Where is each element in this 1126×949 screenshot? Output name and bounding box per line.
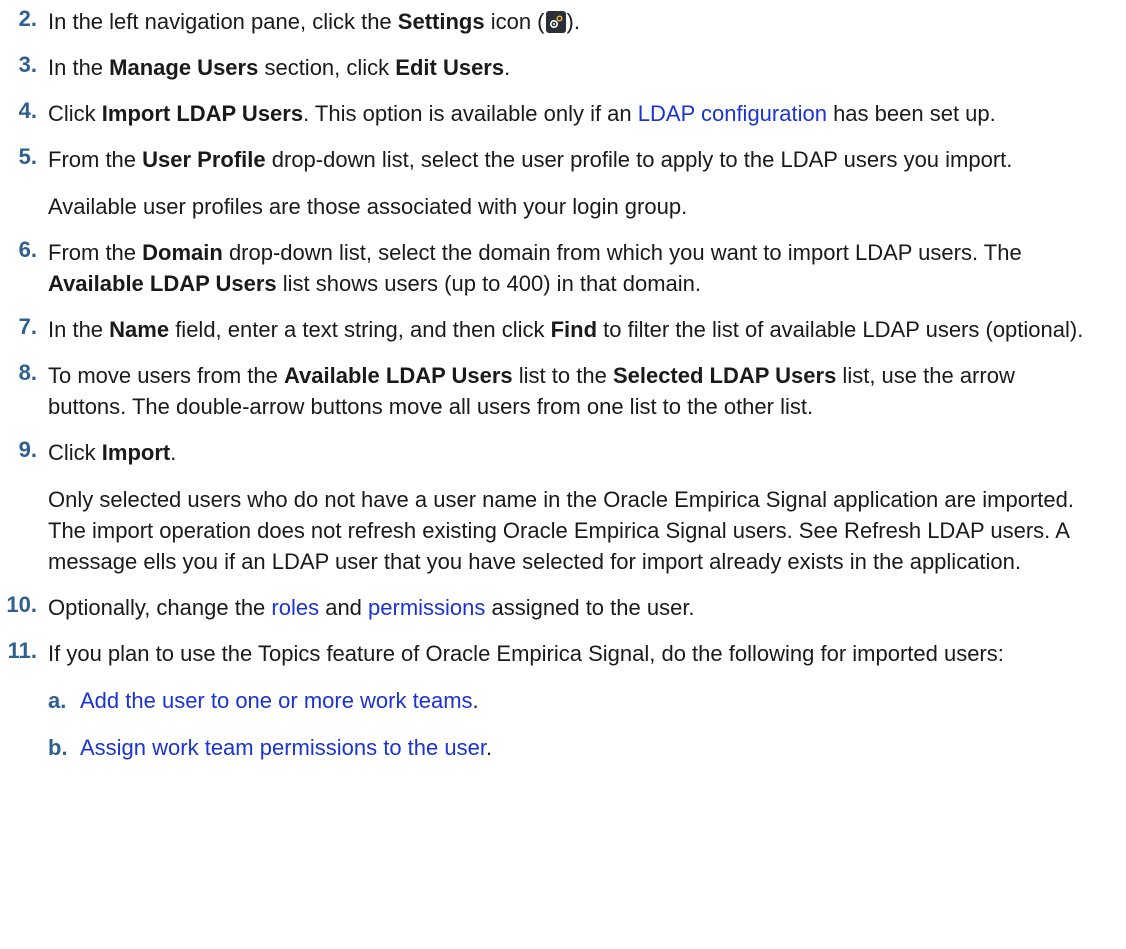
text-run: assigned to the user. [485,595,695,620]
text-run: drop-down list, select the domain from w… [222,240,1022,265]
doc-link[interactable]: Add the user to one or more work teams [80,688,473,713]
step-paragraph: In the Manage Users section, click Edit … [48,52,1096,83]
step-number: 9. [18,437,37,462]
text-run: Click [48,440,102,465]
ui-term: Edit Users [395,55,505,80]
step-number: 11. [7,638,37,663]
substep-text: Assign work team permissions to the user… [80,732,492,763]
step-number: 10. [6,592,37,617]
step-body: Optionally, change the roles and permiss… [48,592,1126,623]
doc-link[interactable]: LDAP configuration [638,101,827,126]
step-body: In the Manage Users section, click Edit … [48,52,1126,83]
ui-term: Selected LDAP Users [612,363,837,388]
step-number: 8. [18,360,37,385]
step-body: From the User Profile drop-down list, se… [48,144,1126,222]
step-item: 7. In the Name field, enter a text string… [0,314,1126,345]
text-run: Only selected users who do not have a us… [48,487,1074,574]
substep-label: b. [48,735,68,760]
text-run: Optionally, change the [48,595,272,620]
step-body: To move users from the Available LDAP Us… [48,360,1126,422]
text-run: To move users from the [48,363,284,388]
step-number: 4. [18,98,37,123]
procedure-steps: 2. In the left navigation pane, click the… [0,0,1126,763]
step-item: 5. From the User Profile drop-down list, … [0,144,1126,222]
substep-item: a. Add the user to one or more work teams… [48,685,1096,716]
ui-term: Domain [142,240,223,265]
step-paragraph: From the Domain drop-down list, select t… [48,237,1096,299]
text-run: list to the [512,363,613,388]
step-item: 11. If you plan to use the Topics feature… [0,638,1126,763]
ui-term: Available LDAP Users [283,363,513,388]
step-item: 10. Optionally, change the roles and perm… [0,592,1126,623]
step-number: 5. [18,144,37,169]
text-run: If you plan to use the Topics feature of… [48,641,1004,666]
doc-link[interactable]: permissions [368,595,485,620]
text-run: . [472,688,479,713]
doc-link[interactable]: roles [271,595,319,620]
substep-text: Add the user to one or more work teams. [80,685,479,716]
settings-icon [545,11,566,33]
text-run: ). [566,9,580,34]
step-number: 7. [18,314,37,339]
step-paragraph: In the Name field, enter a text string, … [48,314,1096,345]
step-number: 3. [18,52,37,77]
step-paragraph: Click Import. [48,437,1096,468]
step-number: 2. [18,6,37,31]
ui-term: Import [101,440,171,465]
doc-link[interactable]: Assign work team permissions to the user [80,735,486,760]
text-run: In the [48,317,110,342]
ui-term: Available LDAP Users [48,271,277,296]
step-paragraph: Available user profiles are those associ… [48,191,1096,222]
step-item: 9. Click Import. Only selected users who d… [0,437,1126,577]
step-body: In the left navigation pane, click the S… [48,6,1126,37]
text-run: and [319,595,369,620]
text-run: . [485,735,493,760]
step-item: 8. To move users from the Available LDAP … [0,360,1126,422]
step-paragraph: If you plan to use the Topics feature of… [48,638,1096,669]
step-item: 3. In the Manage Users section, click Edi… [0,52,1126,83]
step-paragraph: Only selected users who do not have a us… [48,484,1096,577]
text-run: . [170,440,177,465]
step-paragraph: Click Import LDAP Users. This option is … [48,98,1096,129]
substep-item: b. Assign work team permissions to the us… [48,732,1096,763]
ui-term: Name [109,317,170,342]
step-number: 6. [18,237,37,262]
step-paragraph: From the User Profile drop-down list, se… [48,144,1096,175]
text-run: list shows users (up to 400) in that dom… [276,271,701,296]
text-run: . [504,55,511,80]
step-body: If you plan to use the Topics feature of… [48,638,1126,763]
text-run: has been set up. [826,101,996,126]
text-run: Available user profiles are those associ… [48,194,688,219]
text-run: Click [48,101,102,126]
text-run: section, click [258,55,396,80]
step-item: 4. Click Import LDAP Users. This option i… [0,98,1126,129]
text-run: icon ( [484,9,545,34]
step-item: 6. From the Domain drop-down list, select… [0,237,1126,299]
step-paragraph: Optionally, change the roles and permiss… [48,592,1096,623]
step-paragraph: In the left navigation pane, click the S… [48,6,1096,37]
step-paragraph: To move users from the Available LDAP Us… [48,360,1096,422]
ui-term: Import LDAP Users [101,101,304,126]
text-run: field, enter a text string, and then cli… [169,317,551,342]
step-item: 2. In the left navigation pane, click the… [0,6,1126,37]
text-run: . This option is available only if an [303,101,638,126]
text-run: In the left navigation pane, click the [48,9,398,34]
text-run: drop-down list, select the user profile … [265,147,1013,172]
text-run: In the [48,55,110,80]
ui-term: User Profile [142,147,266,172]
substep-label: a. [48,688,67,713]
text-run: From the [48,147,143,172]
step-body: Click Import LDAP Users. This option is … [48,98,1126,129]
step-body: Click Import. Only selected users who do … [48,437,1126,577]
step-body: In the Name field, enter a text string, … [48,314,1126,345]
ui-term: Manage Users [109,55,259,80]
step-body: From the Domain drop-down list, select t… [48,237,1126,299]
ui-term: Settings [397,9,485,34]
text-run: to filter the list of available LDAP use… [597,317,1084,342]
ui-term: Find [550,317,598,342]
text-run: From the [48,240,143,265]
